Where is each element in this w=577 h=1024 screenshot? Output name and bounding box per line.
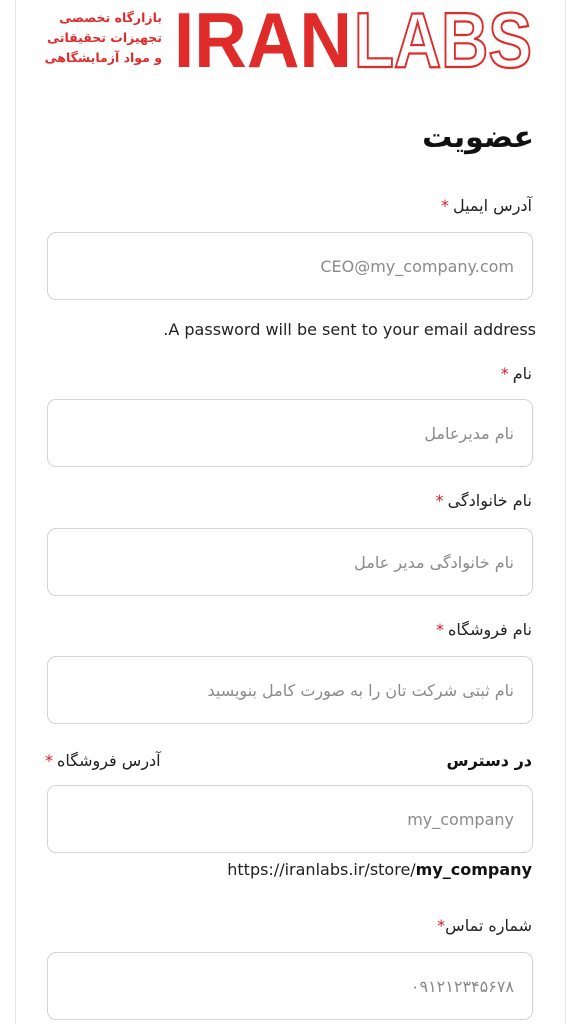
availability-status: در دسترس xyxy=(446,751,533,770)
store-address-label: آدرس فروشگاه* xyxy=(45,751,161,770)
store-name-field-box xyxy=(47,656,533,724)
phone-field-box xyxy=(47,952,533,1020)
first-name-field[interactable] xyxy=(48,400,532,466)
required-mark: * xyxy=(435,620,444,639)
email-field-box xyxy=(47,232,533,300)
password-hint: A password will be sent to your email ad… xyxy=(163,320,536,339)
logo-tagline-line-3: و مواد آزمایشگاهی xyxy=(44,50,162,65)
first-name-label: نام* xyxy=(500,364,532,383)
email-label: آدرس ایمیل* xyxy=(440,196,532,215)
required-mark: * xyxy=(437,916,446,935)
left-border xyxy=(15,0,16,1024)
iranlabs-logo[interactable]: بازارگاه تخصصی تجهیزات تحقیقاتی و مواد آ… xyxy=(45,4,534,72)
store-url-preview: https://iranlabs.ir/store/my_company xyxy=(227,860,532,879)
email-field[interactable] xyxy=(48,233,532,299)
logo-tagline: بازارگاه تخصصی تجهیزات تحقیقاتی و مواد آ… xyxy=(34,8,162,68)
store-name-field[interactable] xyxy=(48,657,532,723)
first-name-field-box xyxy=(47,399,533,467)
required-mark: * xyxy=(45,751,53,770)
store-url-slug: my_company xyxy=(415,860,532,879)
last-name-field-box xyxy=(47,528,533,596)
store-address-label-row: در دسترس آدرس فروشگاه* xyxy=(45,751,532,775)
phone-label: شماره تماس* xyxy=(437,916,532,935)
logo-tagline-line-2: تجهیزات تحقیقاتی xyxy=(47,30,162,45)
right-border xyxy=(565,0,566,1024)
store-name-label: نام فروشگاه* xyxy=(435,620,532,639)
phone-field[interactable] xyxy=(48,953,532,1019)
logo-wordmark: IRAN LABS xyxy=(174,4,534,72)
required-mark: * xyxy=(500,364,509,383)
store-address-field[interactable] xyxy=(48,786,532,852)
logo-iran-text: IRAN xyxy=(174,4,352,72)
last-name-label: نام خانوادگی* xyxy=(435,491,532,510)
store-url-prefix: https://iranlabs.ir/store/ xyxy=(227,860,416,879)
last-name-field[interactable] xyxy=(48,529,532,595)
logo-tagline-line-1: بازارگاه تخصصی xyxy=(59,10,162,25)
page-title: عضویت xyxy=(422,120,534,155)
logo-labs-text: LABS xyxy=(354,4,532,72)
required-mark: * xyxy=(435,491,444,510)
store-address-field-box xyxy=(47,785,533,853)
required-mark: * xyxy=(440,196,449,215)
